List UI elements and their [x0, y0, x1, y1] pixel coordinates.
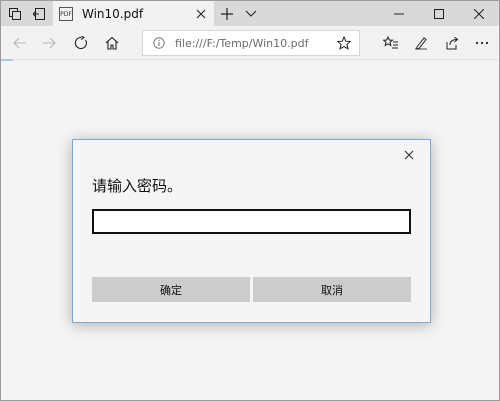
- more-menu-icon[interactable]: [471, 32, 493, 54]
- share-icon[interactable]: [441, 32, 463, 54]
- browser-window: PDF Win10.pdf file:///F:/Temp/Win10.pdf …: [0, 0, 500, 401]
- favorite-star-icon[interactable]: [334, 36, 354, 50]
- pen-notes-icon[interactable]: [410, 32, 432, 54]
- new-tab-icon[interactable]: [217, 4, 237, 24]
- password-input[interactable]: [92, 209, 411, 234]
- password-prompt: 请输入密码。: [92, 177, 183, 195]
- navigation-bar: file:///F:/Temp/Win10.pdf: [1, 26, 499, 60]
- dialog-close-icon[interactable]: [400, 146, 418, 164]
- back-icon[interactable]: [9, 32, 31, 54]
- close-window-icon[interactable]: [459, 1, 499, 26]
- minimize-icon[interactable]: [379, 1, 419, 26]
- set-aside-tabs-icon[interactable]: [29, 4, 49, 24]
- tab-bar: PDF Win10.pdf: [1, 1, 499, 26]
- tab-win10-pdf[interactable]: PDF Win10.pdf: [53, 1, 214, 26]
- tab-preview-chevron-icon[interactable]: [241, 4, 261, 24]
- pdf-file-icon: PDF: [59, 6, 73, 21]
- cancel-button[interactable]: 取消: [253, 277, 411, 302]
- tab-title: Win10.pdf: [82, 6, 144, 21]
- tab-close-icon[interactable]: [191, 4, 211, 24]
- password-dialog: 请输入密码。 确定 取消: [72, 139, 431, 323]
- address-bar[interactable]: file:///F:/Temp/Win10.pdf: [142, 30, 360, 56]
- address-url[interactable]: file:///F:/Temp/Win10.pdf: [175, 37, 334, 50]
- forward-icon[interactable]: [38, 32, 60, 54]
- ok-button[interactable]: 确定: [92, 277, 250, 302]
- info-icon[interactable]: [152, 37, 166, 49]
- favorites-hub-icon[interactable]: [380, 32, 402, 54]
- maximize-icon[interactable]: [419, 1, 459, 26]
- refresh-icon[interactable]: [70, 32, 92, 54]
- tab-actions-icon[interactable]: [5, 4, 25, 24]
- home-icon[interactable]: [101, 32, 123, 54]
